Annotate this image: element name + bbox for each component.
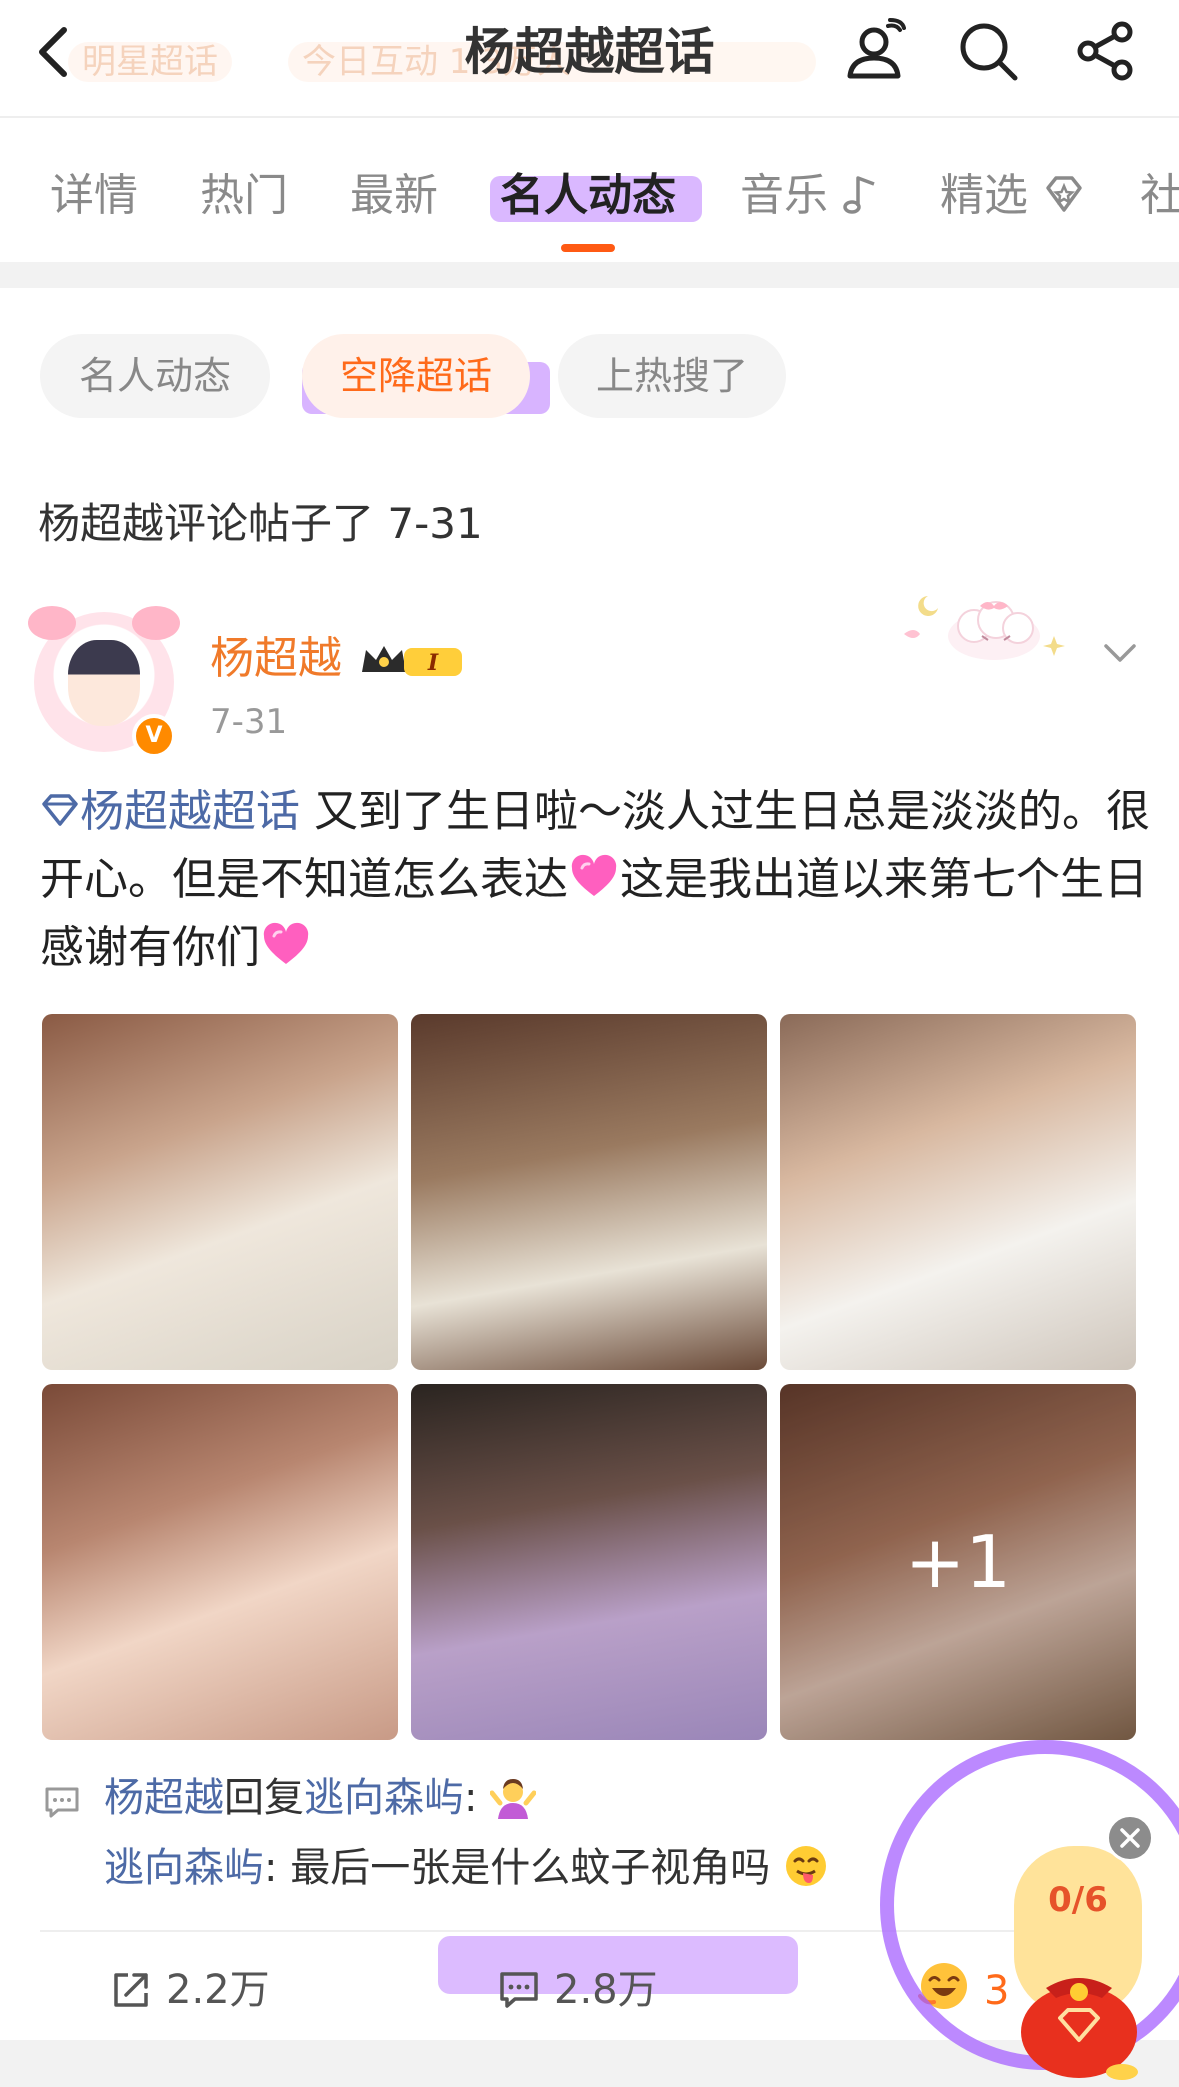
tab-label: 详情 [50, 170, 138, 221]
tab-music[interactable]: 音乐 [740, 166, 882, 226]
section-gap [0, 262, 1179, 288]
chevron-down-icon[interactable] [1100, 638, 1140, 668]
more-photos-count: +1 [780, 1384, 1136, 1740]
comment-count: 2.8万 [554, 1967, 658, 2013]
member-level-badge-icon: I [362, 646, 462, 676]
colon: : [264, 1845, 278, 1891]
repost-button[interactable]: 2.2万 [110, 1960, 270, 2020]
comment-row[interactable]: 逃向森屿: 最后一张是什么蚊子视角吗 [104, 1838, 829, 1898]
tab-label: 最新 [350, 170, 438, 221]
photo-thumbnail[interactable] [42, 1384, 398, 1740]
topic-label: 杨超越超话 [80, 786, 300, 837]
comment-bubble-icon [45, 1787, 79, 1818]
sheep-cloud-decoration-icon [904, 596, 1065, 660]
shrug-person-emoji-icon [490, 1779, 537, 1819]
photo-thumbnail[interactable]: +1 [780, 1384, 1136, 1740]
topic-link[interactable]: 杨超越超话 [40, 786, 300, 837]
photo-thumbnail[interactable] [411, 1014, 767, 1370]
section-title: 杨超越评论帖子了 7-31 [38, 499, 483, 548]
colon: : [464, 1775, 478, 1821]
topic-diamond-icon [42, 794, 78, 826]
photo-grid: +1 [42, 1014, 1138, 1740]
diamond-star-icon [1046, 176, 1082, 212]
tab-community[interactable]: 社 [1140, 166, 1179, 226]
reply-author-link[interactable]: 杨超越 [104, 1775, 224, 1821]
tab-latest[interactable]: 最新 [350, 166, 438, 226]
header-divider [0, 116, 1179, 118]
tab-bar: 详情 热门 最新 名人动态 音乐 精选 社 [0, 160, 1179, 250]
chip-trending[interactable]: 上热搜了 [558, 334, 786, 418]
chip-label: 空降超话 [339, 354, 492, 398]
chip-airdrop-topic[interactable]: 空降超话 [302, 334, 550, 418]
reward-progress-text: 0/6 [1048, 1880, 1108, 1920]
photo-thumbnail[interactable] [411, 1384, 767, 1740]
reply-target-link[interactable]: 逃向森屿 [304, 1775, 464, 1821]
pink-heart-emoji-icon [571, 854, 617, 896]
close-icon[interactable] [1106, 1814, 1154, 1862]
post-author-name[interactable]: 杨超越 [210, 628, 342, 690]
search-icon[interactable] [955, 18, 1021, 84]
bow-decoration [28, 606, 76, 640]
photo-thumbnail[interactable] [42, 1014, 398, 1370]
tab-label: 社 [1140, 170, 1179, 221]
tab-label: 名人动态 [500, 170, 676, 221]
comment-author-link[interactable]: 逃向森屿 [104, 1845, 264, 1891]
comment-text: 最后一张是什么蚊子视角吗 [277, 1845, 771, 1891]
tab-label: 热门 [200, 170, 288, 221]
tab-hot[interactable]: 热门 [200, 166, 288, 226]
post-date: 7-31 [210, 702, 288, 742]
reply-verb: 回复 [224, 1775, 304, 1821]
music-note-icon [843, 176, 875, 214]
tab-label: 精选 [940, 170, 1028, 221]
user-follow-icon[interactable] [840, 18, 906, 84]
comment-icon [500, 1972, 538, 2008]
tab-celebrity-news[interactable]: 名人动态 [490, 166, 702, 226]
post-text: 杨超越超话 又到了生日啦～淡人过生日总是淡淡的。很开心。但是不知道怎么表达 这是… [40, 778, 1150, 982]
chip-celebrity-news[interactable]: 名人动态 [40, 334, 270, 418]
bow-decoration [132, 606, 180, 640]
avatar-portrait [68, 640, 140, 726]
tab-details[interactable]: 详情 [50, 166, 138, 226]
tab-featured[interactable]: 精选 [940, 166, 1086, 226]
tongue-out-emoji-icon [785, 1846, 826, 1886]
pink-heart-emoji-icon [263, 922, 309, 964]
repost-icon [114, 1973, 148, 2007]
share-icon[interactable] [1072, 18, 1138, 84]
lucky-bag-icon[interactable] [1012, 1948, 1146, 2082]
repost-count: 2.2万 [166, 1967, 270, 2013]
verified-badge-icon: V [132, 714, 176, 758]
tab-label: 音乐 [740, 170, 828, 221]
active-tab-indicator [561, 244, 615, 252]
comment-reply-row[interactable]: 杨超越回复逃向森屿: [104, 1768, 537, 1828]
photo-thumbnail[interactable] [780, 1014, 1136, 1370]
top-nav-bar: 明星超话 今日互动 1.3万人 杨超越超话 [0, 0, 1179, 116]
comment-button[interactable]: 2.8万 [498, 1960, 658, 2020]
level-text: I [427, 650, 439, 676]
